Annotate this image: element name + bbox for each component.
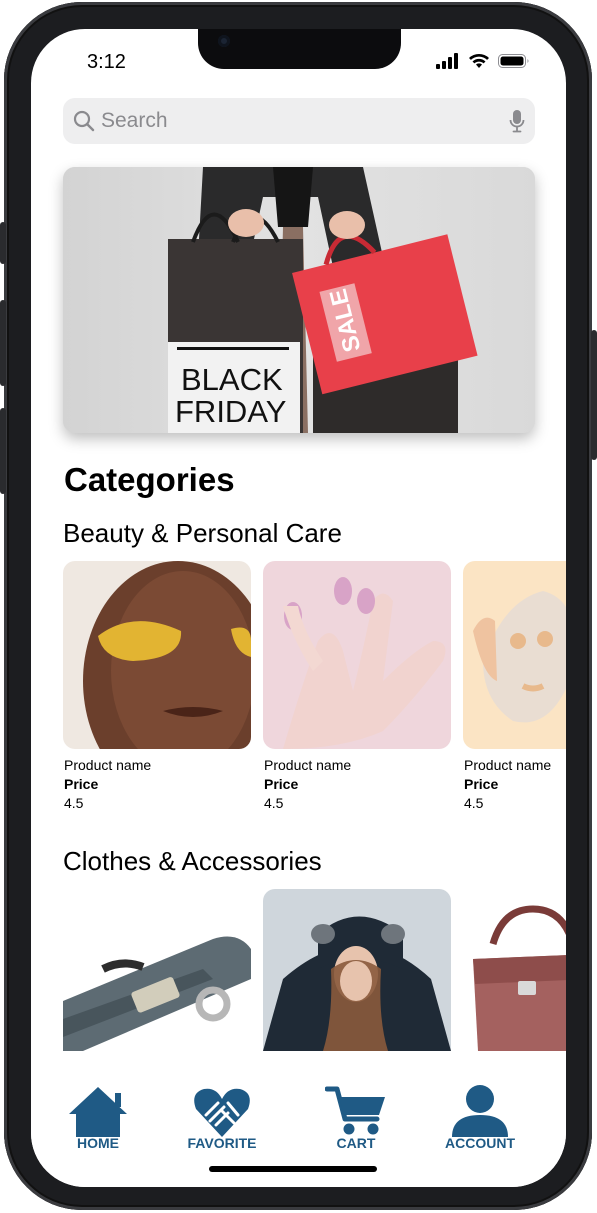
tab-favorite[interactable]: FAVORITE [177,1081,267,1151]
product-image[interactable] [463,561,566,749]
product-price: Price [64,776,99,792]
product-card[interactable]: Product name Price 4.5 [463,561,566,811]
tab-account[interactable]: ACCOUNT [435,1081,525,1151]
tab-home[interactable]: HOME [53,1081,143,1151]
signal-icon [436,53,458,69]
cart-icon [325,1086,385,1135]
product-image[interactable] [263,561,451,749]
product-rating: 4.5 [64,795,84,811]
home-indicator[interactable] [209,1166,377,1172]
battery-icon [498,54,529,68]
categories-title: Categories [64,461,235,498]
product-price: Price [264,776,299,792]
tab-label: ACCOUNT [445,1135,515,1151]
microphone-icon[interactable] [509,109,525,133]
handbag-photo [463,889,566,1051]
product-card[interactable]: Product name Price 4.5 [63,561,251,811]
belt-photo [63,889,251,1051]
tab-label: FAVORITE [187,1135,257,1151]
account-icon [452,1085,508,1137]
section-title-clothes[interactable]: Clothes & Accessories [63,846,322,877]
wifi-icon [469,54,489,68]
product-image[interactable] [63,889,251,1051]
product-card[interactable]: Product name Price 4.5 [263,561,451,811]
search-icon [73,110,95,132]
screen: 3:12 Search BLACK FRIDAY SALE Categories… [31,29,566,1187]
face-mask-photo [463,561,566,749]
banner-image: BLACK FRIDAY SALE [63,167,535,433]
product-rating: 4.5 [264,795,284,811]
product-name: Product name [264,757,352,773]
notch [198,29,401,69]
product-image[interactable] [263,889,451,1051]
power-button [591,330,597,460]
winter-jacket-photo [263,889,451,1051]
volume-up-button [0,300,6,386]
section-title-beauty[interactable]: Beauty & Personal Care [63,518,342,549]
pink-nails-photo [263,561,451,749]
product-name: Product name [464,757,552,773]
tab-label: CART [336,1135,376,1151]
product-image[interactable] [463,889,566,1051]
home-icon [69,1087,127,1137]
eye-patches-photo [63,561,251,749]
product-image[interactable] [63,561,251,749]
search-bar[interactable] [63,98,535,144]
banner-friday-text: FRIDAY [175,394,286,429]
search-input[interactable] [101,98,481,144]
black-friday-banner[interactable]: BLACK FRIDAY SALE [63,167,535,433]
banner-black-text: BLACK [181,362,283,397]
side-button [0,222,6,264]
product-rating: 4.5 [464,795,484,811]
camera-icon [218,35,230,47]
favorite-hands-heart-icon [194,1088,250,1137]
status-icons [436,53,530,69]
status-time: 3:12 [87,51,126,73]
tab-cart[interactable]: CART [311,1081,401,1151]
product-name: Product name [64,757,152,773]
tab-label: HOME [77,1135,119,1151]
volume-down-button [0,408,6,494]
product-price: Price [464,776,499,792]
